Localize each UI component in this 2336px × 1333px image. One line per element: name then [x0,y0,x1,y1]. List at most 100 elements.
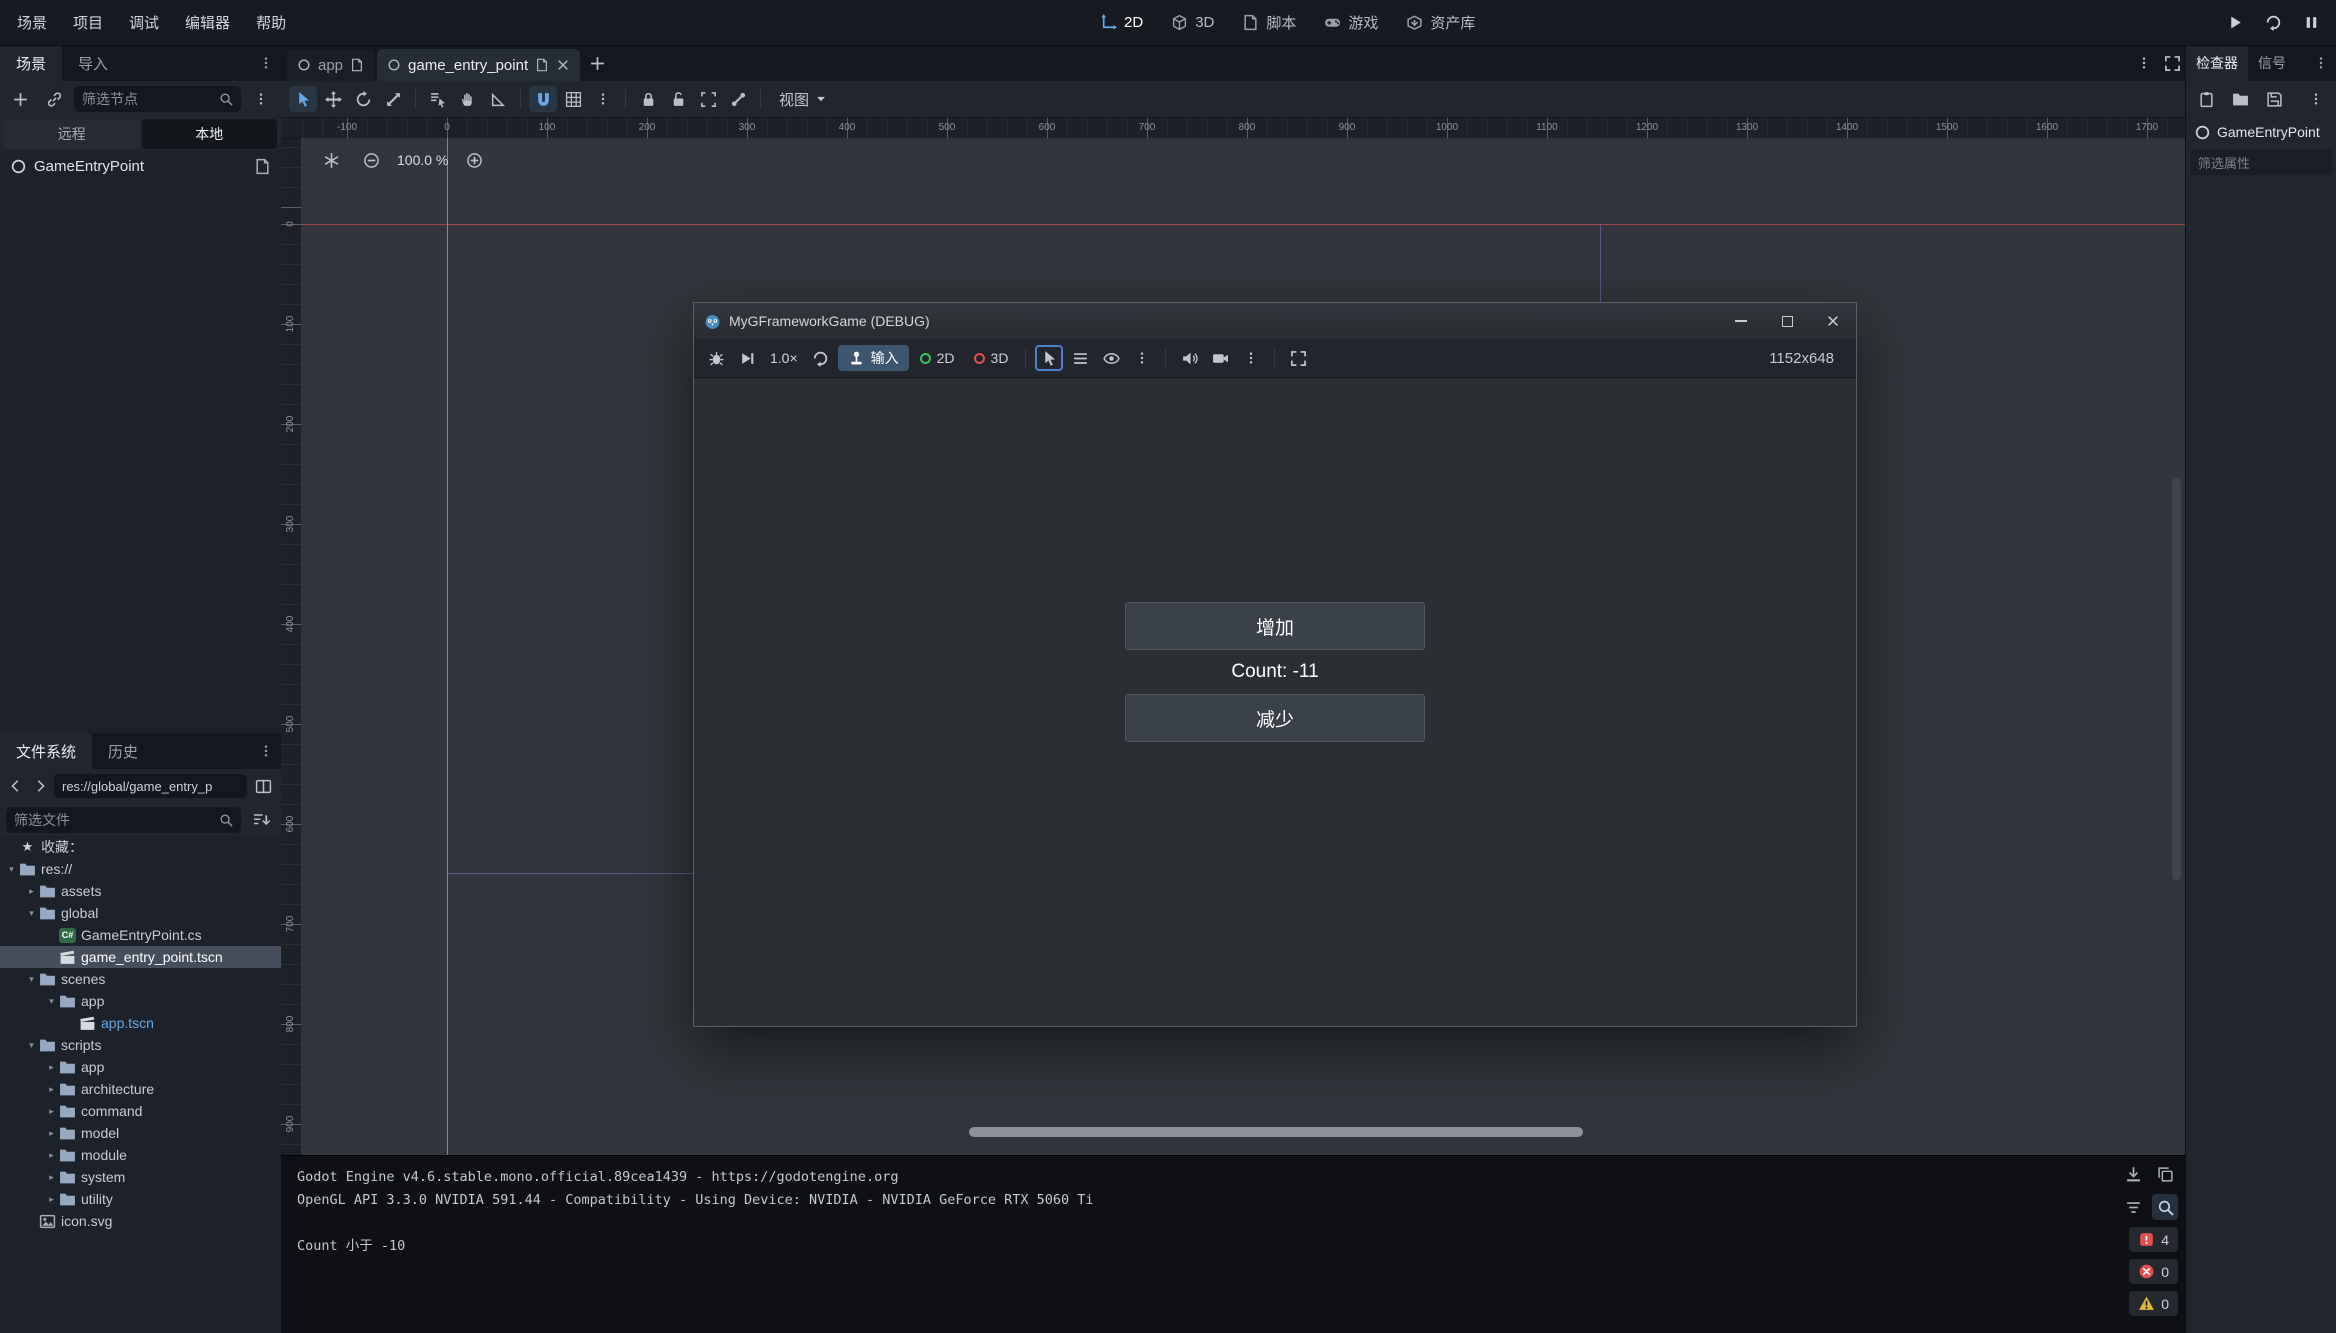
scene-dock-menu-button[interactable] [251,45,281,81]
canvas-widget-button[interactable] [317,146,345,174]
debug-button[interactable] [702,345,730,371]
workspace-tab-assetlib[interactable]: 资产库 [1406,12,1475,33]
reset-speed-button[interactable] [807,345,835,371]
attached-script-icon[interactable] [254,158,271,175]
new-resource-button[interactable] [2192,85,2220,113]
filesystem-dock-menu-button[interactable] [251,733,281,769]
restart-button[interactable] [2258,8,2288,38]
increase-button[interactable]: 增加 [1125,602,1425,650]
unlock-node-button[interactable] [664,86,692,112]
filter-log-button[interactable] [2120,1194,2146,1220]
select-tool-button[interactable] [289,86,317,112]
rotate-tool-button[interactable] [349,86,377,112]
zoom-in-button[interactable] [460,146,488,174]
filter-properties-input[interactable]: 筛选属性 [2190,149,2332,175]
next-frame-button[interactable] [733,345,761,371]
tab-import[interactable]: 导入 [62,45,124,81]
scene-tabs-menu-button[interactable] [2130,49,2158,77]
grid-snap-button[interactable] [559,86,587,112]
camera-override-button[interactable] [1206,345,1234,371]
file-tree-row[interactable]: ★ C# app [0,1056,281,1078]
horizontal-ruler[interactable]: -100010020030040050060070080090010001100… [301,118,2186,139]
add-node-button[interactable] [6,85,34,113]
tab-inspector[interactable]: 检查器 [2186,45,2248,81]
filter-files-input[interactable]: 筛选文件 [6,807,241,833]
file-tree-row[interactable]: ★ C# assets [0,880,281,902]
expand-arrow-icon[interactable] [4,864,19,875]
list-select-button[interactable] [424,86,452,112]
load-resource-button[interactable] [2226,85,2254,113]
workspace-tab-2d[interactable]: 2D [1100,14,1143,31]
camera-options-button[interactable] [1237,345,1265,371]
group-node-button[interactable] [694,86,722,112]
inspector-dock-menu-button[interactable] [2306,45,2336,81]
toggle-split-mode-button[interactable] [251,772,275,800]
expand-arrow-icon[interactable] [24,908,39,919]
expand-arrow-icon[interactable] [44,1172,59,1183]
vertical-scrollbar-thumb[interactable] [2172,478,2181,880]
scene-tab-app[interactable]: app [287,49,374,81]
file-tree-row[interactable]: ★ C# 收藏： [0,836,281,858]
tab-history[interactable]: 历史 [92,733,154,769]
play-button[interactable] [2220,8,2250,38]
file-tree-row[interactable]: ★ C# module [0,1144,281,1166]
current-path[interactable]: res://global/game_entry_p [54,774,247,798]
menu-scene[interactable]: 场景 [4,0,60,45]
skeleton-options-button[interactable] [724,86,752,112]
expand-arrow-icon[interactable] [24,974,39,985]
expand-arrow-icon[interactable] [44,1128,59,1139]
embed-fullscreen-button[interactable] [1284,345,1312,371]
workspace-tab-game[interactable]: 游戏 [1324,12,1378,33]
game-window-titlebar[interactable]: MyGFrameworkGame (DEBUG) [694,303,1856,339]
file-tree-row[interactable]: ★ C# scripts [0,1034,281,1056]
tab-filesystem[interactable]: 文件系统 [0,733,92,769]
view-menu-button[interactable]: 视图 [769,89,838,110]
scene-tab-game-entry-point[interactable]: game_entry_point [377,49,580,81]
file-tree-row[interactable]: ★ C# command [0,1100,281,1122]
copy-log-button[interactable] [2152,1161,2178,1187]
warning-count-badge[interactable]: 0 [2129,1291,2178,1316]
scene-tree-root-node[interactable]: GameEntryPoint [0,151,281,181]
file-tree-row[interactable]: ★ C# app.tscn [0,1012,281,1034]
file-tree-row[interactable]: ★ C# architecture [0,1078,281,1100]
menu-editor[interactable]: 编辑器 [172,0,243,45]
pick-options-button[interactable] [1128,345,1156,371]
debug-count-badge[interactable]: 4 [2129,1227,2178,1252]
new-scene-tab-button[interactable] [583,49,611,77]
close-tab-icon[interactable] [556,58,570,72]
expand-arrow-icon[interactable] [44,1194,59,1205]
ruler-tool-button[interactable] [484,86,512,112]
filter-nodes-input[interactable]: 筛选节点 [74,86,241,112]
tab-scene[interactable]: 场景 [0,45,62,81]
download-log-button[interactable] [2120,1161,2146,1187]
file-tree-row[interactable]: ★ C# global [0,902,281,924]
file-tree-row[interactable]: ★ C# app [0,990,281,1012]
snap-options-button[interactable] [589,86,617,112]
expand-arrow-icon[interactable] [44,1150,59,1161]
menu-debug[interactable]: 调试 [116,0,172,45]
scene-tree-menu-button[interactable] [247,85,275,113]
expand-arrow-icon[interactable] [44,1084,59,1095]
file-tree-row[interactable]: ★ C# res:// [0,858,281,880]
mode-3d-button[interactable]: 3D [966,345,1017,371]
file-tree-row[interactable]: ★ C# game_entry_point.tscn [0,946,281,968]
move-tool-button[interactable] [319,86,347,112]
pan-tool-button[interactable] [454,86,482,112]
vertical-ruler[interactable]: 0100200300400500600700800900 [281,138,302,1155]
tab-signals[interactable]: 信号 [2248,45,2296,81]
audio-mute-button[interactable] [1175,345,1203,371]
zoom-reset-button[interactable]: 100.0 % [397,152,448,168]
maximize-button[interactable] [1764,303,1810,339]
decrease-button[interactable]: 减少 [1125,694,1425,742]
game-debug-window[interactable]: MyGFrameworkGame (DEBUG) 1.0× 输入 2D 3D [693,302,1857,1027]
scale-tool-button[interactable] [379,86,407,112]
close-button[interactable] [1810,303,1856,339]
menu-project[interactable]: 项目 [60,0,116,45]
node-list-button[interactable] [1066,345,1094,371]
file-tree-row[interactable]: ★ C# system [0,1166,281,1188]
local-button[interactable]: 本地 [142,119,278,149]
error-count-badge[interactable]: 0 [2129,1259,2178,1284]
file-tree-row[interactable]: ★ C# model [0,1122,281,1144]
menu-help[interactable]: 帮助 [243,0,299,45]
lock-node-button[interactable] [634,86,662,112]
